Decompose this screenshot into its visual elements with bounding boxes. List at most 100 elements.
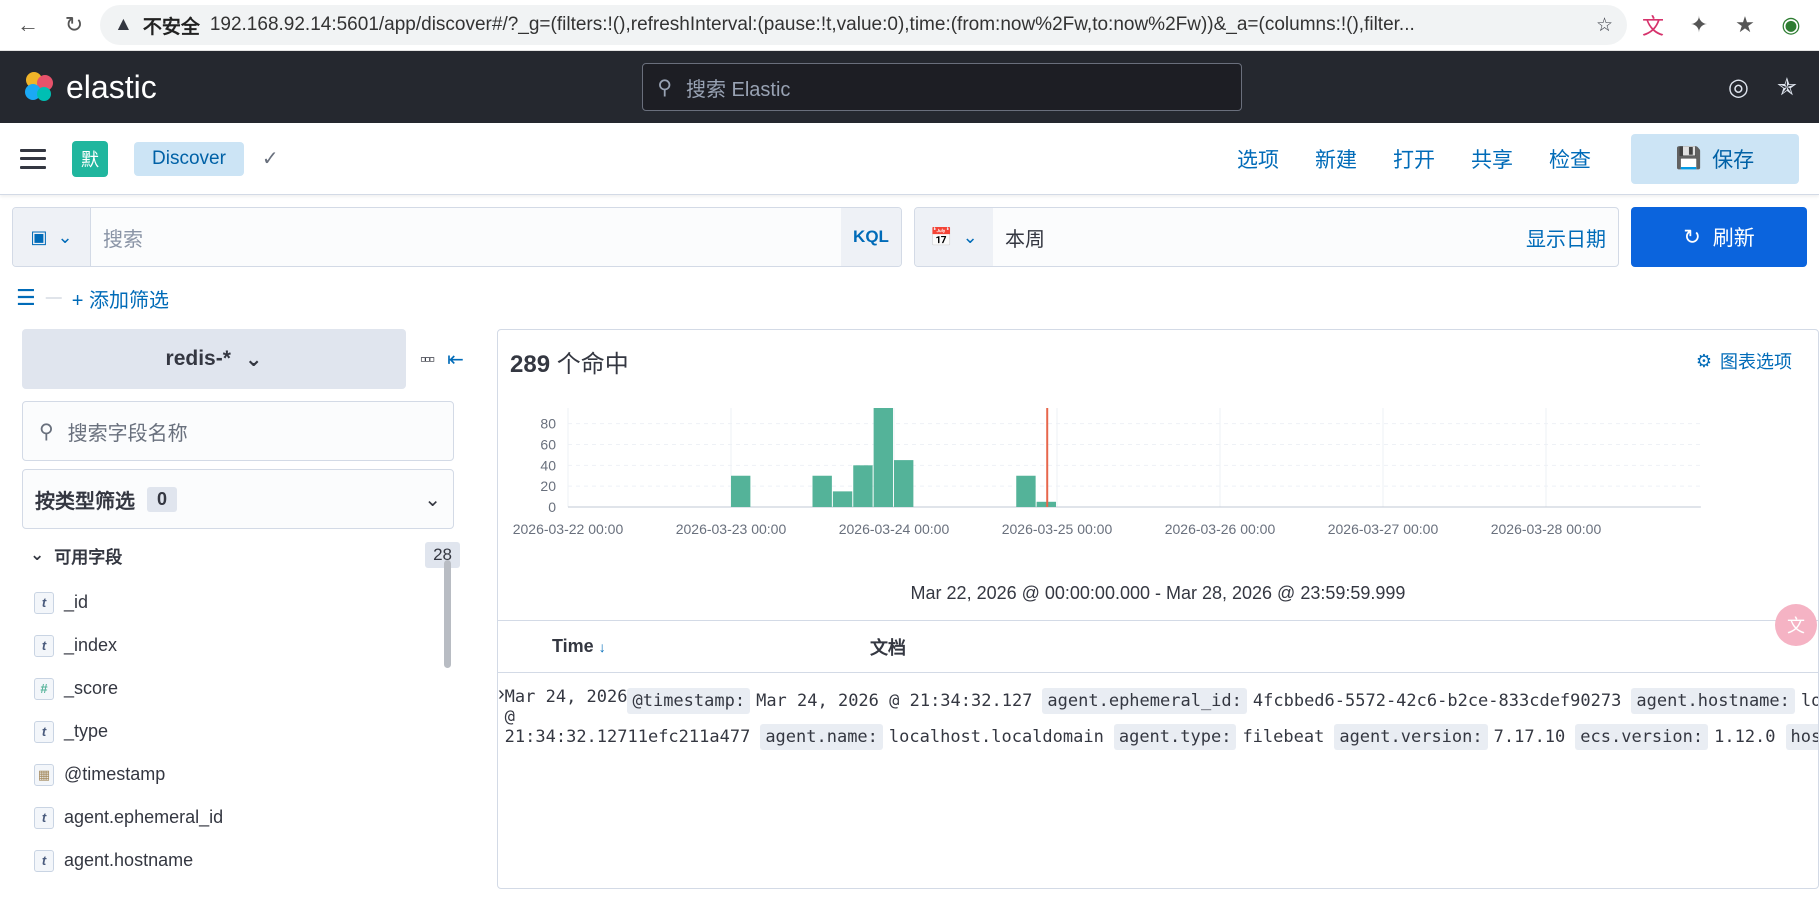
share-link[interactable]: 共享 xyxy=(1453,144,1531,174)
field-item[interactable]: t _index xyxy=(22,624,487,667)
search-icon: ⚲ xyxy=(39,420,54,443)
table-row: › Mar 24, 2026 @ 21:34:32.127 @timestamp… xyxy=(498,673,1818,755)
field-item[interactable]: t _type xyxy=(22,710,487,753)
time-range-label: Mar 22, 2026 @ 00:00:00.000 - Mar 28, 20… xyxy=(910,583,1406,603)
doc-field-key: agent.version: xyxy=(1334,724,1488,750)
histogram-bar xyxy=(812,475,832,507)
reload-icon[interactable]: ↻ xyxy=(54,5,94,45)
date-type-icon: ▦ xyxy=(34,763,54,786)
string-type-icon: t xyxy=(34,634,54,657)
menu-toggle-button[interactable] xyxy=(20,148,46,169)
add-filter-button[interactable]: + 添加筛选 xyxy=(72,284,169,313)
index-pattern-name: redis-* xyxy=(165,347,231,370)
field-search-placeholder: 搜索字段名称 xyxy=(67,422,188,445)
query-placeholder: 搜索 xyxy=(103,228,143,251)
saved-query-menu-button[interactable]: ▣ ⌄ xyxy=(13,208,91,266)
global-search-input[interactable]: ⚲ 搜索 Elastic xyxy=(642,63,1243,111)
star-icon[interactable]: ☆ xyxy=(1596,14,1613,37)
show-dates-button[interactable]: 显示日期 xyxy=(1514,208,1618,266)
field-search-input[interactable]: ⚲ 搜索字段名称 xyxy=(22,401,454,461)
date-range-value[interactable]: 本周 xyxy=(993,208,1514,266)
y-tick-label: 20 xyxy=(540,478,556,494)
doc-field-key: @timestamp: xyxy=(627,688,751,714)
favorites-icon[interactable]: ★ xyxy=(1725,5,1765,45)
filter-options-icon[interactable]: ☰ xyxy=(16,285,36,311)
field-sidebar: redis-* ⌄ ▫▫▫ ⇤ ⚲ 搜索字段名称 按类型筛选 0 ⌄ ⌄ 可用字… xyxy=(22,329,487,889)
row-document: @timestamp: Mar 24, 2026 @ 21:34:32.127 ag… xyxy=(627,683,1818,755)
back-icon[interactable]: ← xyxy=(8,5,48,45)
field-name: _type xyxy=(64,721,109,741)
string-type-icon: t xyxy=(34,849,54,872)
histogram-bar xyxy=(873,408,893,507)
options-link[interactable]: 选项 xyxy=(1219,144,1297,174)
translate-ext-icon[interactable]: 文 xyxy=(1633,5,1673,45)
available-fields-count: 28 xyxy=(425,542,460,568)
chevron-down-icon: ⌄ xyxy=(244,347,263,371)
header-actions: ◎ ✯ xyxy=(1728,73,1797,102)
quick-menu-button[interactable]: 📅 ⌄ xyxy=(915,208,993,266)
chart-options-button[interactable]: ⚙ 图表选项 xyxy=(1696,348,1792,374)
y-tick-label: 80 xyxy=(540,416,556,432)
query-bar: ▣ ⌄ 搜索 KQL 📅 ⌄ 本周 显示日期 ↻ 刷新 xyxy=(0,195,1819,267)
hit-count-number: 289 xyxy=(510,351,551,378)
string-type-icon: t xyxy=(34,720,54,743)
address-bar[interactable]: ▲ 不安全 192.168.92.14:5601/app/discover#/?… xyxy=(100,5,1627,45)
x-tick-label: 2026-03-28 00:00 xyxy=(1491,521,1602,537)
profile-icon[interactable]: ◉ xyxy=(1771,5,1811,45)
chevron-down-icon: ⌄ xyxy=(57,226,73,247)
help-icon[interactable]: ◎ xyxy=(1728,73,1749,102)
breadcrumb-discover[interactable]: Discover xyxy=(134,141,244,176)
type-filter-button[interactable]: 按类型筛选 0 ⌄ xyxy=(22,469,454,529)
y-tick-label: 40 xyxy=(540,457,556,473)
collapse-sidebar-icon[interactable]: ⇤ xyxy=(447,347,464,372)
field-item[interactable]: t agent.ephemeral_id xyxy=(22,796,487,839)
doc-field-value: localhost.localdomain xyxy=(888,727,1104,747)
histogram-bar xyxy=(832,491,853,507)
new-link[interactable]: 新建 xyxy=(1297,144,1375,174)
expand-row-icon[interactable]: › xyxy=(498,683,505,755)
documents-table: Time ↓ 文档 › Mar 24, 2026 @ 21:34:32.127 … xyxy=(498,620,1818,755)
kql-toggle-button[interactable]: KQL xyxy=(841,208,901,266)
discover-main: redis-* ⌄ ▫▫▫ ⇤ ⚲ 搜索字段名称 按类型筛选 0 ⌄ ⌄ 可用字… xyxy=(0,329,1819,889)
more-options-icon[interactable]: ▫▫▫ xyxy=(420,349,435,370)
number-type-icon: # xyxy=(34,677,54,700)
x-tick-label: 2026-03-24 00:00 xyxy=(839,521,950,537)
string-type-icon: t xyxy=(34,591,54,614)
saved-query-icon: ▣ xyxy=(30,226,48,247)
field-item[interactable]: ▦ @timestamp xyxy=(22,753,487,796)
date-picker: 📅 ⌄ 本周 显示日期 xyxy=(914,207,1619,267)
field-name: _id xyxy=(64,592,89,612)
refresh-button[interactable]: ↻ 刷新 xyxy=(1631,207,1807,267)
refresh-label: 刷新 xyxy=(1712,227,1755,250)
index-pattern-selector[interactable]: redis-* ⌄ xyxy=(22,329,406,389)
chevron-down-icon: ⌄ xyxy=(424,488,441,511)
open-link[interactable]: 打开 xyxy=(1375,144,1453,174)
chevron-down-icon: ⌄ xyxy=(30,545,45,564)
chart-options-label: 图表选项 xyxy=(1720,352,1792,372)
query-input[interactable]: 搜索 xyxy=(91,208,841,266)
field-name: @timestamp xyxy=(64,764,166,784)
save-button[interactable]: 💾 保存 xyxy=(1631,133,1799,184)
available-fields-label: 可用字段 xyxy=(54,547,123,567)
url-text[interactable]: 192.168.92.14:5601/app/discover#/?_g=(fi… xyxy=(210,14,1586,36)
field-item[interactable]: # _score xyxy=(22,667,487,710)
space-avatar[interactable]: 默 xyxy=(72,140,108,177)
doc-field-key: agent.type: xyxy=(1113,724,1237,750)
field-item[interactable]: t _id xyxy=(22,581,487,624)
histogram-bar xyxy=(731,475,751,507)
hit-count-suffix: 个命中 xyxy=(556,351,629,378)
elastic-logo[interactable]: elastic xyxy=(22,69,157,106)
doc-field-value: 4fcbbed6-5572-42c6-b2ce-833cdef90273 xyxy=(1252,691,1622,711)
brand-text: elastic xyxy=(66,68,157,105)
field-item[interactable]: t agent.hostname xyxy=(22,839,487,882)
sort-down-icon[interactable]: ↓ xyxy=(599,639,606,655)
extensions-icon[interactable]: ✦ xyxy=(1679,5,1719,45)
x-tick-label: 2026-03-26 00:00 xyxy=(1165,521,1276,537)
column-time-header[interactable]: Time ↓ xyxy=(498,636,870,657)
newsfeed-icon[interactable]: ✯ xyxy=(1777,73,1797,102)
check-icon: ✓ xyxy=(261,148,279,170)
translate-float-icon[interactable]: 文 xyxy=(1775,604,1817,646)
inspect-link[interactable]: 检查 xyxy=(1531,144,1609,174)
available-fields-header[interactable]: ⌄ 可用字段 28 xyxy=(22,529,460,581)
sidebar-scrollbar[interactable] xyxy=(444,560,451,668)
